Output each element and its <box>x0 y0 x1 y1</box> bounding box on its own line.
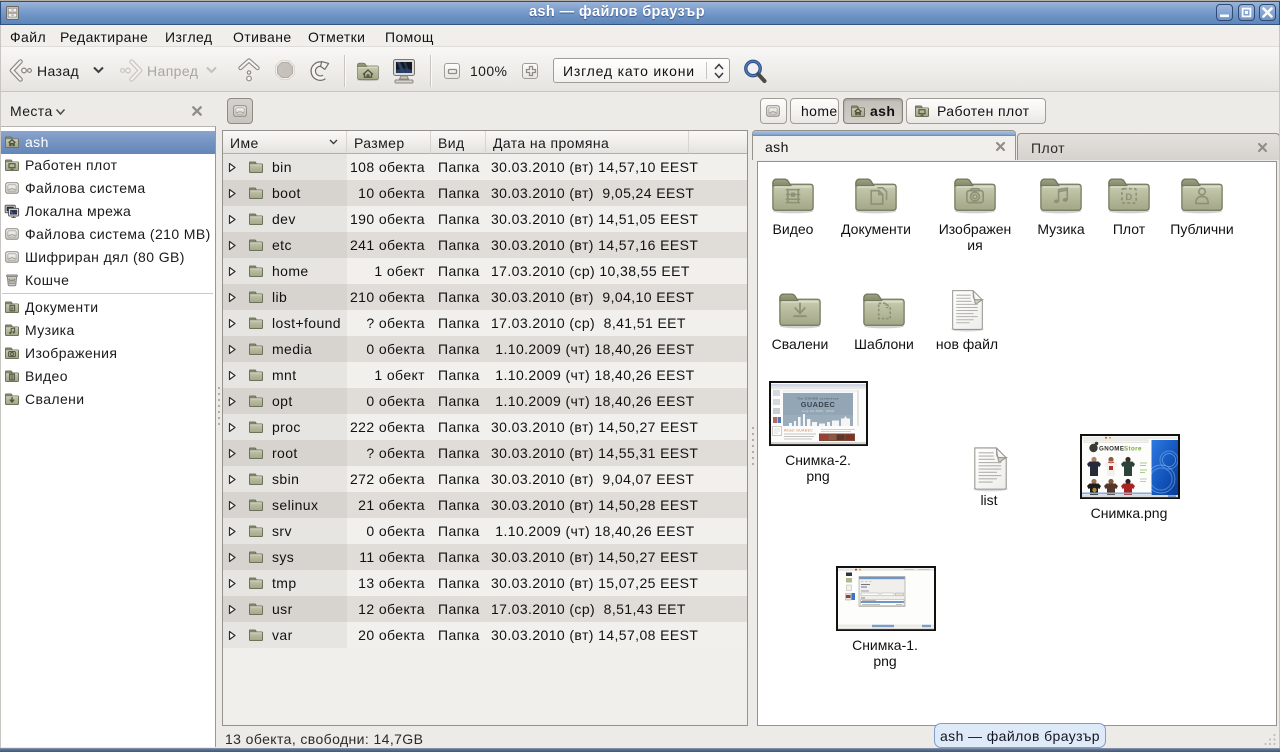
svg-text:D: D <box>1125 192 1132 203</box>
svg-text:GNOME: GNOME <box>1099 446 1124 453</box>
svg-text:GUADEC: GUADEC <box>801 400 836 409</box>
svg-text:Store: Store <box>1124 446 1142 453</box>
svg-text:July 24-30th, 2010: July 24-30th, 2010 <box>802 409 835 413</box>
svg-text:About GUADEC: About GUADEC <box>784 429 813 433</box>
